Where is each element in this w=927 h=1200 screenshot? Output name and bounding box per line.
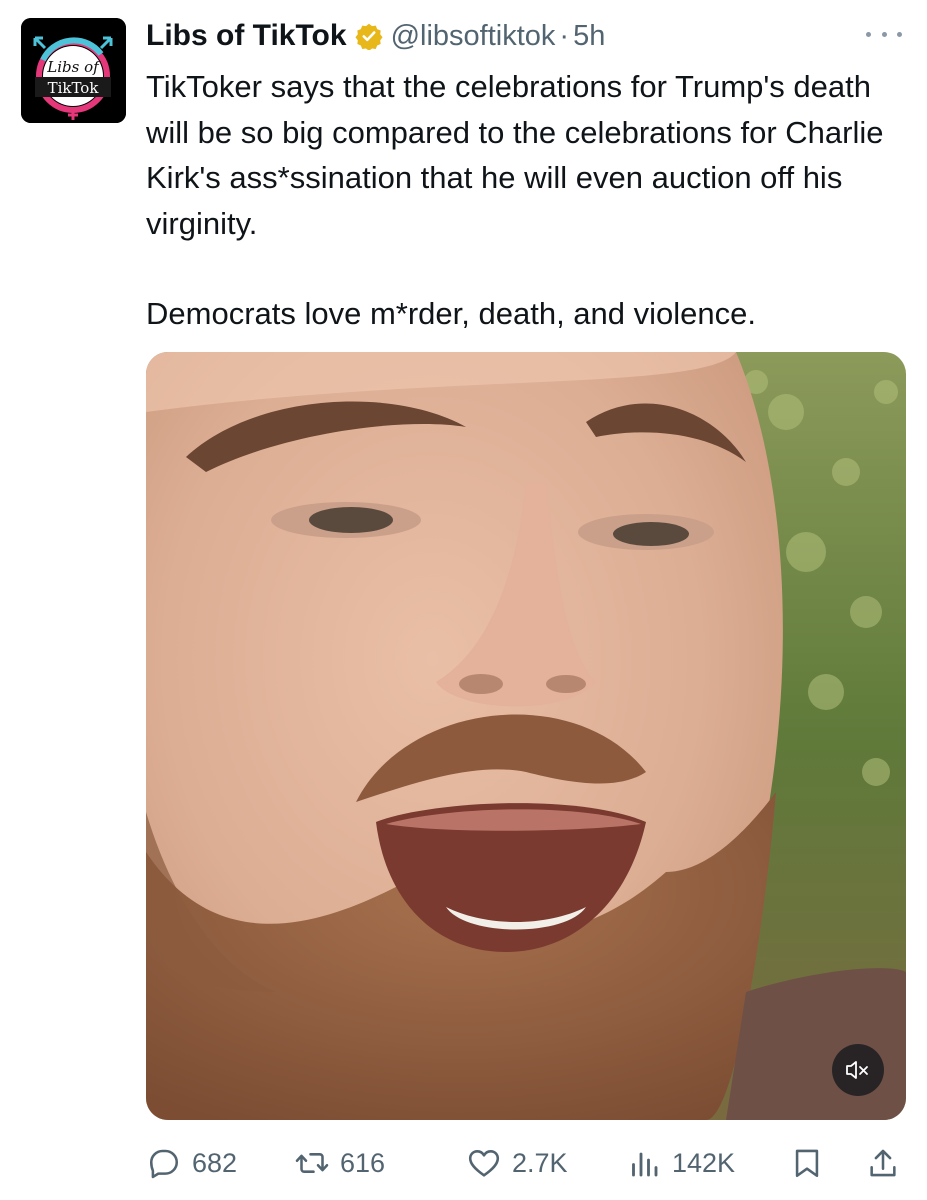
tweet-text-paragraph-2: Democrats love m*rder, death, and violen… bbox=[146, 296, 756, 331]
heart-icon bbox=[468, 1150, 500, 1177]
tweet-text: TikToker says that the celebrations for … bbox=[146, 64, 906, 337]
tweet-body: Libs of TikTok @libsoftiktok · 5h TikTok… bbox=[146, 14, 906, 337]
tweet-header: Libs of TikTok @libsoftiktok · 5h bbox=[146, 14, 906, 58]
tweet[interactable]: Libs of TikTok Libs of TikTok @libsoftik… bbox=[0, 0, 927, 1200]
bookmark-icon bbox=[795, 1149, 819, 1178]
verified-badge-icon[interactable] bbox=[355, 22, 383, 50]
like-count: 2.7K bbox=[512, 1147, 568, 1178]
share-button[interactable] bbox=[866, 1140, 900, 1186]
bookmark-button[interactable] bbox=[790, 1140, 824, 1186]
author-handle[interactable]: @libsoftiktok bbox=[391, 20, 556, 53]
views-bar-chart-icon bbox=[632, 1152, 658, 1177]
reply-button[interactable]: 682 bbox=[146, 1140, 237, 1186]
repost-icon bbox=[295, 1153, 329, 1173]
tweet-actions: 682 616 2.7K 142K bbox=[146, 1140, 906, 1186]
more-options-icon[interactable] bbox=[866, 22, 902, 46]
avatar-text-line1: Libs of bbox=[46, 58, 101, 76]
reply-icon bbox=[149, 1149, 179, 1179]
tweet-text-paragraph-1: TikToker says that the celebrations for … bbox=[146, 69, 884, 241]
speaker-muted-icon bbox=[846, 1061, 868, 1079]
author-display-name[interactable]: Libs of TikTok bbox=[146, 19, 347, 53]
video-player[interactable] bbox=[146, 352, 906, 1120]
avatar-text-line2: TikTok bbox=[48, 79, 100, 97]
profile-avatar[interactable]: Libs of TikTok bbox=[21, 18, 126, 123]
reply-count: 682 bbox=[192, 1147, 238, 1178]
header-separator: · bbox=[559, 19, 570, 52]
views-button[interactable]: 142K bbox=[626, 1140, 735, 1186]
share-icon bbox=[870, 1149, 896, 1177]
like-button[interactable]: 2.7K bbox=[466, 1140, 568, 1186]
mute-toggle-button[interactable] bbox=[832, 1044, 884, 1096]
post-timestamp[interactable]: 5h bbox=[573, 20, 605, 53]
views-count: 142K bbox=[672, 1147, 736, 1178]
repost-count: 616 bbox=[340, 1147, 386, 1178]
repost-button[interactable]: 616 bbox=[294, 1140, 385, 1186]
